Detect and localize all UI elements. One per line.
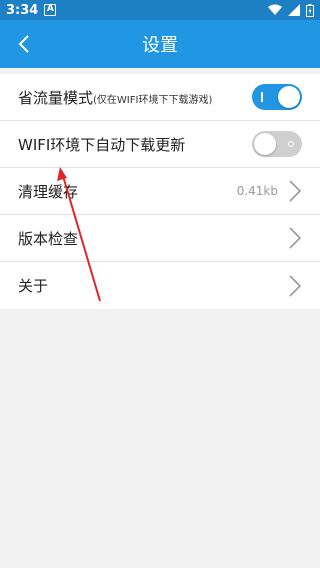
toggle-knob [254, 133, 276, 155]
setting-label: 清理缓存 [18, 182, 79, 201]
chevron-right-icon [289, 227, 302, 249]
status-bar: 3:34 A [0, 0, 320, 20]
app-bar: 设置 [0, 20, 320, 68]
setting-label: WIFI环境下自动下载更新 [18, 135, 186, 154]
setting-label: 关于 [18, 277, 49, 295]
setting-label: 省流量模式(仅在WIFI环境下下载游戏) [18, 87, 212, 108]
setting-sublabel: (仅在WIFI环境下下载游戏) [93, 94, 213, 106]
data-saver-toggle[interactable] [252, 84, 302, 110]
chevron-right-icon [289, 180, 302, 202]
page-title: 设置 [142, 35, 178, 56]
setting-label: 版本检查 [18, 229, 79, 248]
setting-clear-cache[interactable]: 清理缓存 0.41kb [0, 168, 320, 215]
notification-icon: A [44, 4, 57, 16]
status-time: 3:34 [6, 2, 39, 18]
wifi-icon [268, 4, 282, 15]
back-arrow-icon [18, 35, 29, 53]
battery-charging-icon [306, 3, 314, 17]
back-button[interactable] [12, 32, 36, 56]
wifi-auto-update-toggle[interactable] [252, 131, 302, 157]
setting-about[interactable]: 关于 [0, 262, 320, 309]
setting-wifi-auto-update: WIFI环境下自动下载更新 [0, 121, 320, 168]
settings-list: 省流量模式(仅在WIFI环境下下载游戏) WIFI环境下自动下载更新 清理缓存 … [0, 74, 320, 309]
toggle-off-mark-icon [288, 141, 294, 147]
setting-data-saver: 省流量模式(仅在WIFI环境下下载游戏) [0, 74, 320, 121]
toggle-on-mark-icon [261, 92, 263, 102]
cache-size-value: 0.41kb [236, 184, 278, 198]
signal-icon [288, 4, 300, 16]
chevron-right-icon [289, 274, 302, 297]
toggle-knob [278, 86, 300, 108]
setting-version-check[interactable]: 版本检查 [0, 215, 320, 262]
setting-label-main: 省流量模式 [18, 88, 94, 107]
